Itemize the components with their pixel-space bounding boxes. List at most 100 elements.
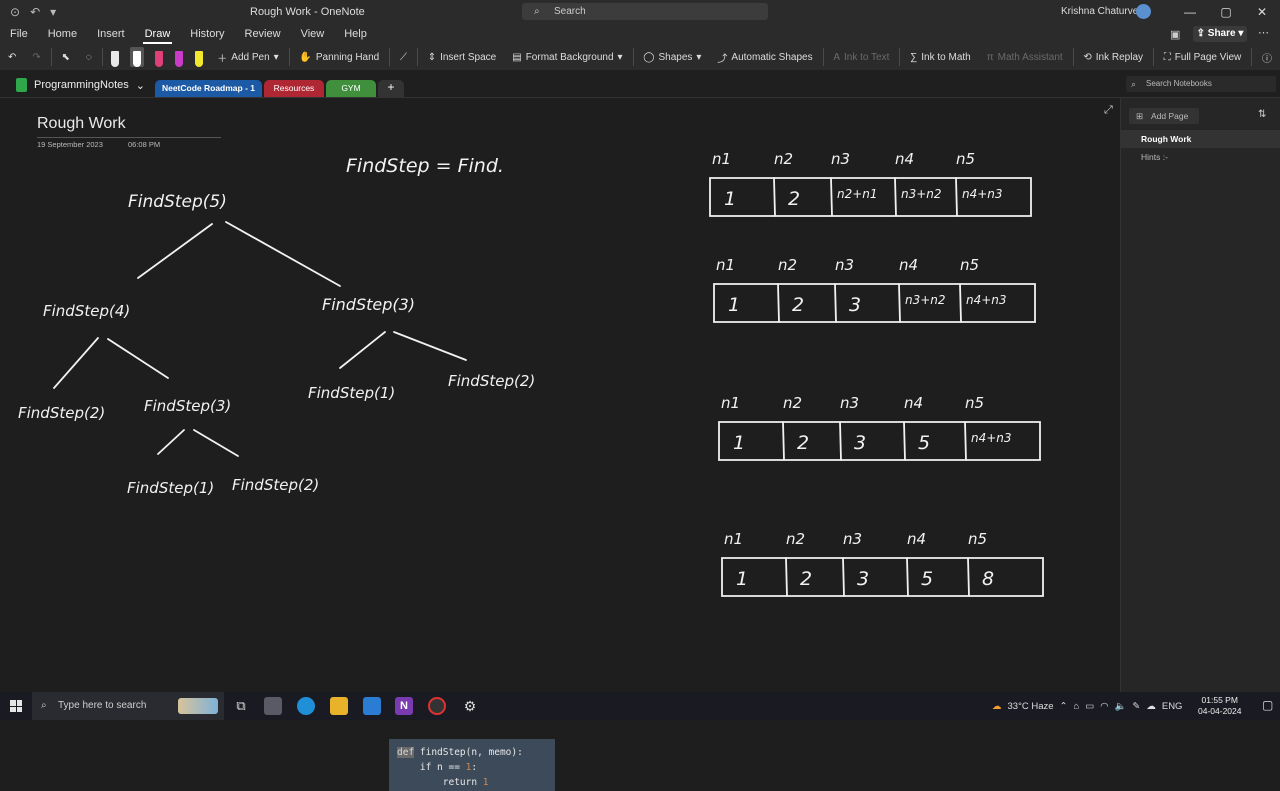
- table-cell: 3: [849, 294, 861, 316]
- table-header: n5: [956, 150, 975, 168]
- network-icon[interactable]: ⌂: [1074, 701, 1080, 712]
- notebook-view-icon[interactable]: ▣: [1170, 28, 1180, 41]
- search-box[interactable]: ⌕ Search: [522, 3, 768, 20]
- table-cell: 1: [724, 188, 736, 210]
- volume-icon[interactable]: 🔈: [1115, 701, 1127, 712]
- notebook-selector[interactable]: ProgrammingNotes ⌄: [16, 78, 145, 92]
- quick-access: ⊙ ↶ ▾: [0, 5, 56, 19]
- weather-text[interactable]: 33°C Haze: [1008, 701, 1054, 712]
- taskbar-search-input[interactable]: ⌕ Type here to search: [32, 692, 224, 720]
- menu-view[interactable]: View: [291, 24, 335, 44]
- menu-history[interactable]: History: [180, 24, 234, 44]
- ink-to-text-button[interactable]: A Ink to Text: [825, 45, 897, 69]
- notebook-search-input[interactable]: ⌕ Search Notebooks: [1126, 76, 1276, 92]
- user-name[interactable]: Krishna Chaturvedi: [1061, 6, 1146, 17]
- store-icon[interactable]: [264, 697, 282, 715]
- panning-hand-button[interactable]: ✋ Panning Hand: [291, 45, 387, 69]
- section-tab-resources[interactable]: Resources: [264, 80, 324, 97]
- pen-purple-icon[interactable]: [174, 47, 184, 67]
- clock[interactable]: 01:55 PM 04-04-2024: [1198, 695, 1241, 717]
- minimize-icon[interactable]: —: [1172, 0, 1208, 24]
- insert-space-button[interactable]: ⇕ Insert Space: [420, 45, 505, 69]
- taskbar: ⌕ Type here to search ⧉ N ⚙ ☁ 33°C Haze …: [0, 692, 1280, 720]
- search-icon: ⌕: [41, 700, 47, 711]
- separator: [1072, 48, 1074, 66]
- separator: [632, 48, 634, 66]
- ink-to-math-button[interactable]: ∑ Ink to Math: [902, 45, 979, 69]
- undo-icon[interactable]: ↶: [0, 45, 24, 69]
- back-icon[interactable]: ⊙: [10, 5, 20, 19]
- pen-pink-icon[interactable]: [154, 47, 164, 67]
- replay-icon: ⟲: [1083, 51, 1092, 63]
- table-header: n1: [724, 530, 743, 548]
- separator: [50, 48, 52, 66]
- shapes-button[interactable]: ◯ Shapes ▾: [635, 45, 709, 69]
- menu-draw[interactable]: Draw: [135, 24, 181, 44]
- page-item-hints[interactable]: Hints :-: [1121, 148, 1280, 166]
- recorder-icon[interactable]: [428, 697, 446, 715]
- wifi-icon[interactable]: ◠: [1100, 701, 1108, 712]
- hand-icon: ✋: [299, 51, 312, 63]
- tree-node: FindStep(2): [448, 372, 535, 390]
- add-page-button[interactable]: ⊞ Add Page: [1129, 108, 1199, 124]
- task-view-icon[interactable]: ⧉: [232, 697, 250, 715]
- file-explorer-icon[interactable]: [330, 697, 348, 715]
- maximize-icon[interactable]: ▢: [1208, 0, 1244, 24]
- separator: [389, 48, 390, 66]
- menu-help[interactable]: Help: [334, 24, 377, 44]
- ink-replay-label: Ink Replay: [1095, 51, 1144, 63]
- customize-icon[interactable]: ▾: [50, 5, 56, 19]
- menu-review[interactable]: Review: [235, 24, 291, 44]
- weather-icon[interactable]: ☁: [992, 701, 1002, 712]
- section-tab-gym[interactable]: GYM: [326, 80, 376, 97]
- page-canvas[interactable]: Rough Work 19 September 2023 06:08 PM ⤢ …: [0, 98, 1120, 791]
- eraser-button[interactable]: ⟋: [392, 45, 415, 69]
- ink-formula: FindStep = Find.: [346, 155, 504, 177]
- pen-white-icon[interactable]: [110, 47, 120, 67]
- pen-selected-icon[interactable]: [129, 47, 145, 67]
- undo-icon[interactable]: ↶: [30, 5, 40, 19]
- redo-icon[interactable]: ↷: [24, 45, 48, 69]
- code-snippet[interactable]: def findStep(n, memo): if n == 1: return…: [389, 739, 555, 791]
- start-button[interactable]: [0, 692, 32, 720]
- tray-chevron-icon[interactable]: ⌃: [1060, 701, 1068, 712]
- pen-icon[interactable]: ✎: [1132, 701, 1140, 712]
- math-assistant-button[interactable]: π Math Assistant: [979, 45, 1071, 69]
- mail-icon[interactable]: [363, 697, 381, 715]
- sort-icon[interactable]: ⇅: [1258, 109, 1266, 120]
- add-pen-button[interactable]: ＋ Add Pen ▾: [209, 45, 286, 69]
- full-page-view-button[interactable]: ⛶ Full Page View: [1156, 45, 1250, 69]
- more-icon[interactable]: ⋯: [1258, 26, 1269, 39]
- share-button[interactable]: ⇪ Share ▾: [1193, 26, 1247, 42]
- automatic-shapes-button[interactable]: ⤴ Automatic Shapes: [709, 45, 820, 69]
- language-indicator[interactable]: ENG: [1162, 701, 1183, 712]
- section-tab-neetcode[interactable]: NeetCode Roadmap - 1: [155, 80, 262, 97]
- menu-insert[interactable]: Insert: [87, 24, 135, 44]
- menu-file[interactable]: File: [0, 24, 38, 44]
- page-item-rough-work[interactable]: Rough Work: [1121, 130, 1280, 148]
- avatar[interactable]: [1136, 4, 1151, 19]
- highlighter-yellow-icon[interactable]: [194, 47, 204, 67]
- notebook-name: ProgrammingNotes: [34, 79, 129, 91]
- ink-replay-button[interactable]: ⟲ Ink Replay: [1075, 45, 1151, 69]
- format-background-button[interactable]: ▤ Format Background ▾: [504, 45, 630, 69]
- pen-swatch: [132, 51, 141, 67]
- help-icon[interactable]: ⓘ: [1254, 45, 1280, 69]
- notification-icon[interactable]: ▢: [1262, 698, 1273, 712]
- close-icon[interactable]: ✕: [1244, 0, 1280, 24]
- lasso-icon[interactable]: ◌: [78, 45, 100, 69]
- settings-gear-icon[interactable]: ⚙: [461, 697, 479, 715]
- clock-date: 04-04-2024: [1198, 706, 1242, 716]
- table-header: n1: [712, 150, 731, 168]
- cloud-icon[interactable]: ☁: [1146, 701, 1156, 712]
- edge-icon[interactable]: [297, 697, 315, 715]
- battery-icon[interactable]: ▭: [1085, 701, 1094, 712]
- draw-ribbon: ↶ ↷ ⬉ ◌ ＋ Add Pen ▾ ✋ Panning Hand ⟋ ⇕ Inse…: [0, 44, 1280, 70]
- chevron-down-icon: ⌄: [135, 79, 145, 92]
- ink-to-text-label: Ink to Text: [843, 51, 890, 63]
- onenote-icon[interactable]: N: [395, 697, 413, 715]
- table-header: n5: [960, 256, 979, 274]
- add-section-button[interactable]: +: [378, 80, 404, 97]
- select-icon[interactable]: ⬉: [54, 45, 78, 69]
- menu-home[interactable]: Home: [38, 24, 87, 44]
